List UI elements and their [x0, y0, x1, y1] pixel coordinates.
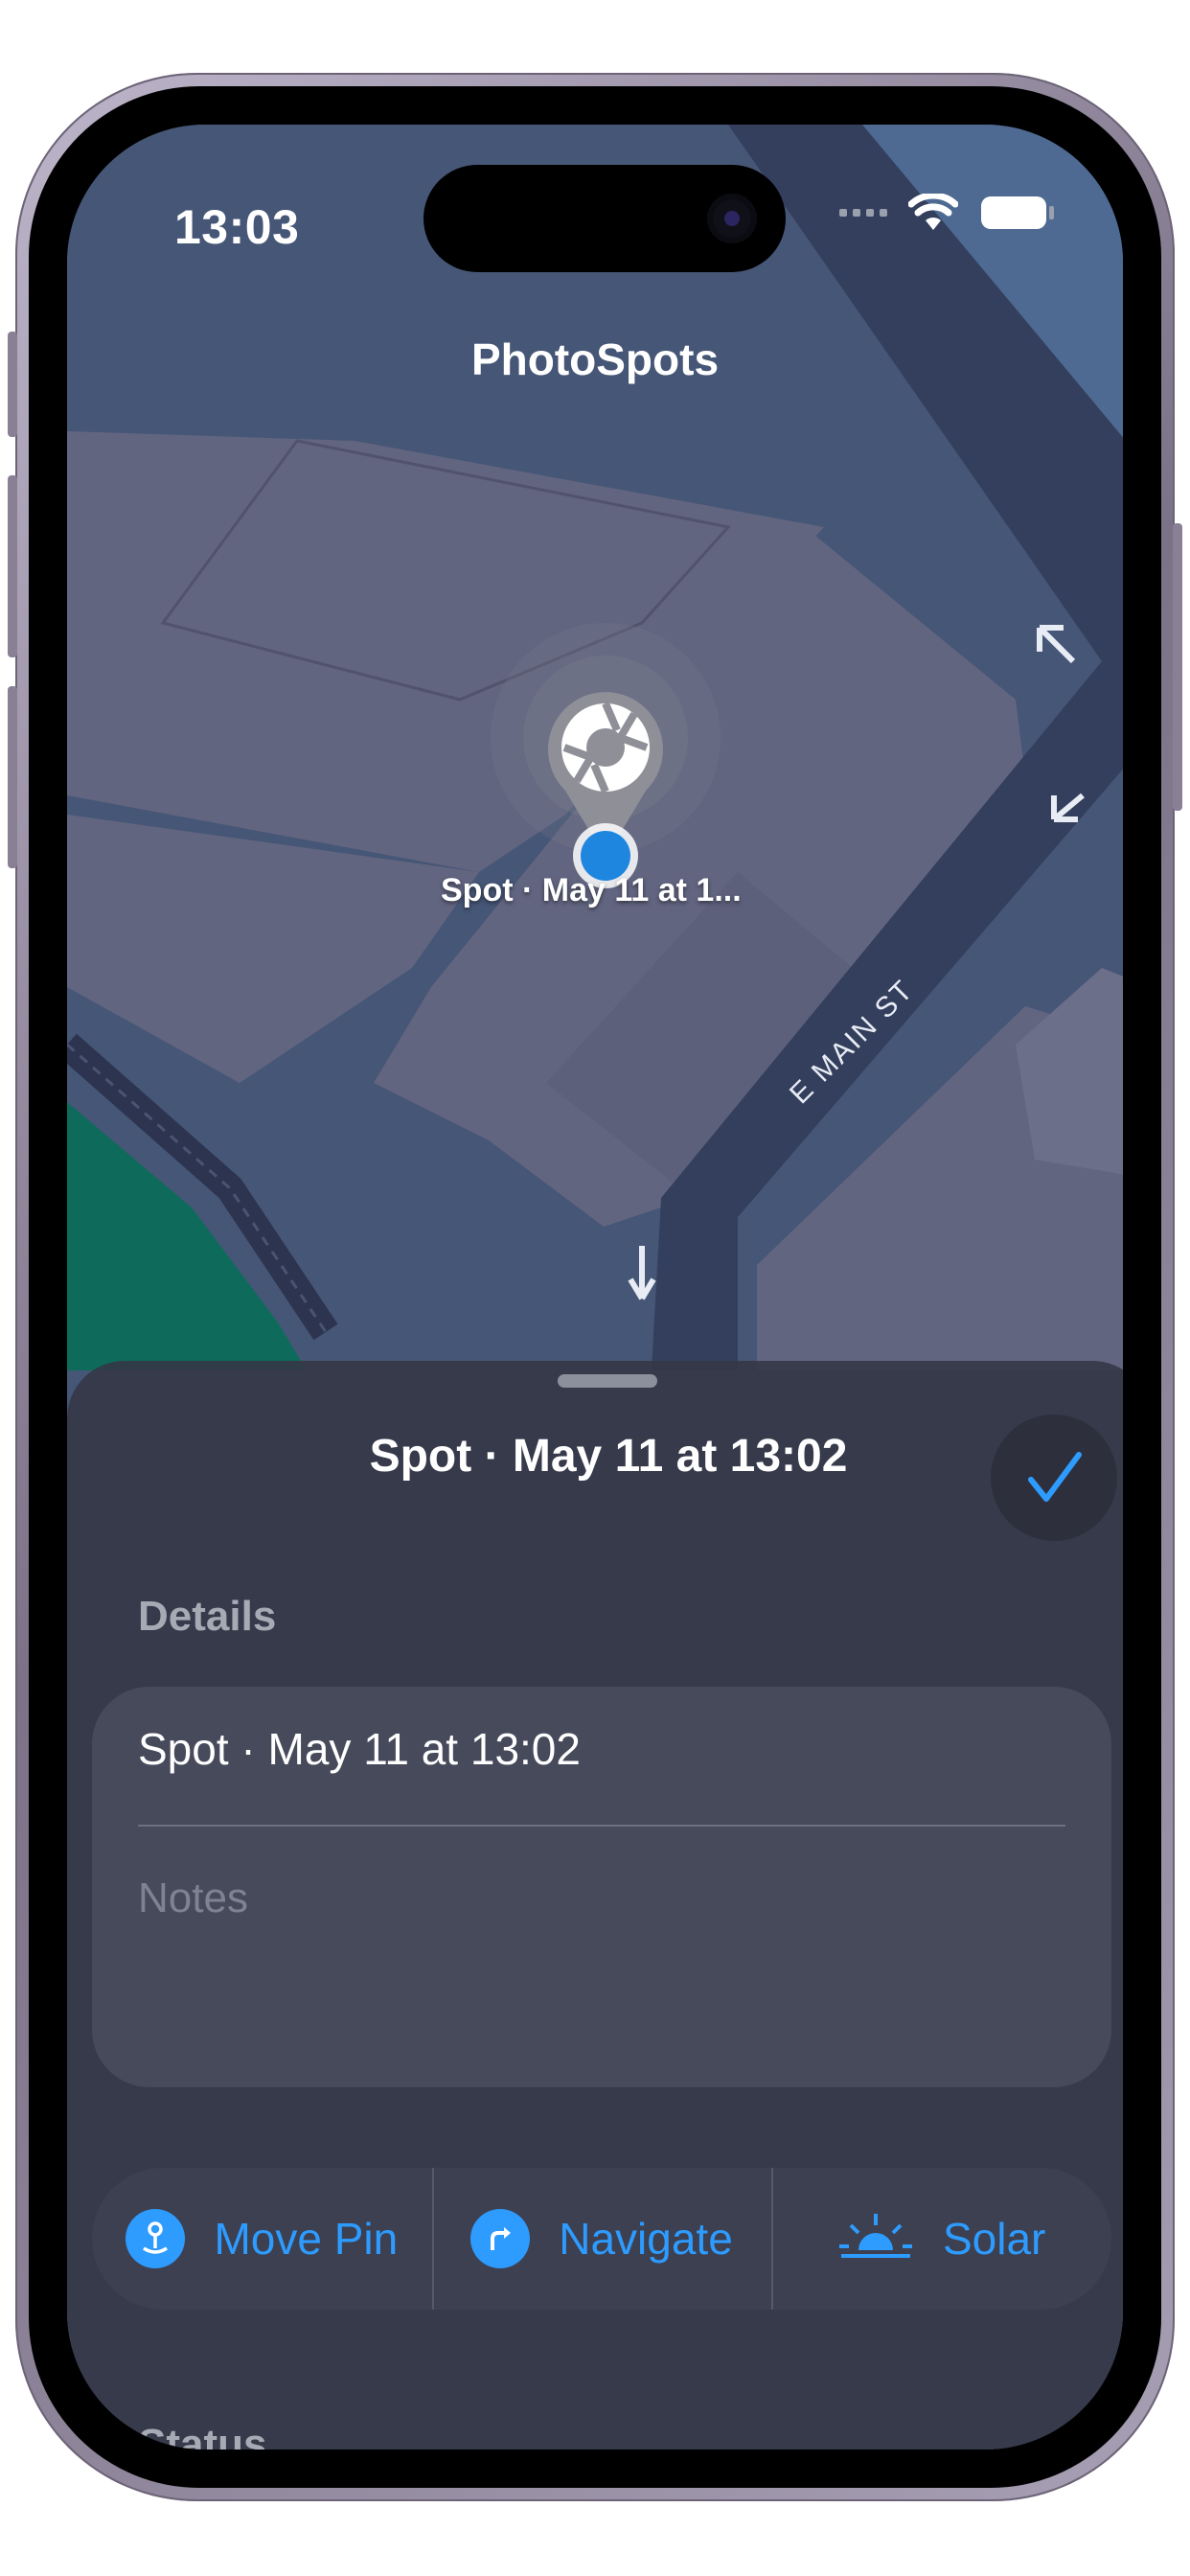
solar-button[interactable]: Solar: [771, 2168, 1111, 2310]
sheet-grabber[interactable]: [558, 1374, 657, 1388]
cellular-signal-icon: [839, 209, 887, 217]
navigate-icon: [470, 2209, 531, 2268]
checkmark-icon: [1028, 1452, 1082, 1502]
move-pin-label: Move Pin: [214, 2214, 399, 2264]
dynamic-island: [423, 165, 786, 272]
volume-down-button: [8, 686, 17, 868]
phone-frame: Spot · May 11 at 1... E MAIN ST 13:03 Ph…: [8, 73, 1182, 2501]
done-button[interactable]: [991, 1414, 1117, 1541]
move-pin-icon: [126, 2209, 186, 2268]
status-icons: [839, 194, 1056, 232]
spot-detail-sheet: Spot · May 11 at 13:02 Details Spot · Ma…: [67, 1361, 1123, 2450]
action-bar: Move Pin Navigate Solar: [92, 2168, 1111, 2310]
wifi-icon: [908, 194, 958, 230]
front-camera: [707, 194, 757, 243]
details-card: Spot · May 11 at 13:02 Notes: [92, 1687, 1111, 2087]
solar-label: Solar: [942, 2214, 1046, 2264]
navigate-label: Navigate: [559, 2214, 733, 2264]
details-section-label: Details: [138, 1593, 277, 1640]
field-divider: [138, 1825, 1065, 1827]
status-section-label: Status: [138, 2421, 267, 2450]
screen: Spot · May 11 at 1... E MAIN ST 13:03 Ph…: [67, 125, 1123, 2450]
status-time: 13:03: [174, 200, 300, 254]
volume-up-button: [8, 475, 17, 657]
sheet-title: Spot · May 11 at 13:02: [369, 1431, 848, 1482]
notes-field[interactable]: Notes: [138, 1874, 248, 1922]
spot-name-field[interactable]: Spot · May 11 at 13:02: [138, 1723, 1065, 1775]
action-button: [8, 332, 17, 437]
sunrise-icon: [838, 2214, 912, 2258]
app-title: PhotoSpots: [470, 334, 720, 384]
move-pin-button[interactable]: Move Pin: [92, 2168, 432, 2310]
navigate-button[interactable]: Navigate: [431, 2168, 772, 2310]
bezel: Spot · May 11 at 1... E MAIN ST 13:03 Ph…: [29, 86, 1161, 2488]
battery-icon: [981, 196, 1054, 229]
map-pin-label[interactable]: Spot · May 11 at 1...: [441, 872, 742, 909]
power-button: [1173, 523, 1182, 811]
